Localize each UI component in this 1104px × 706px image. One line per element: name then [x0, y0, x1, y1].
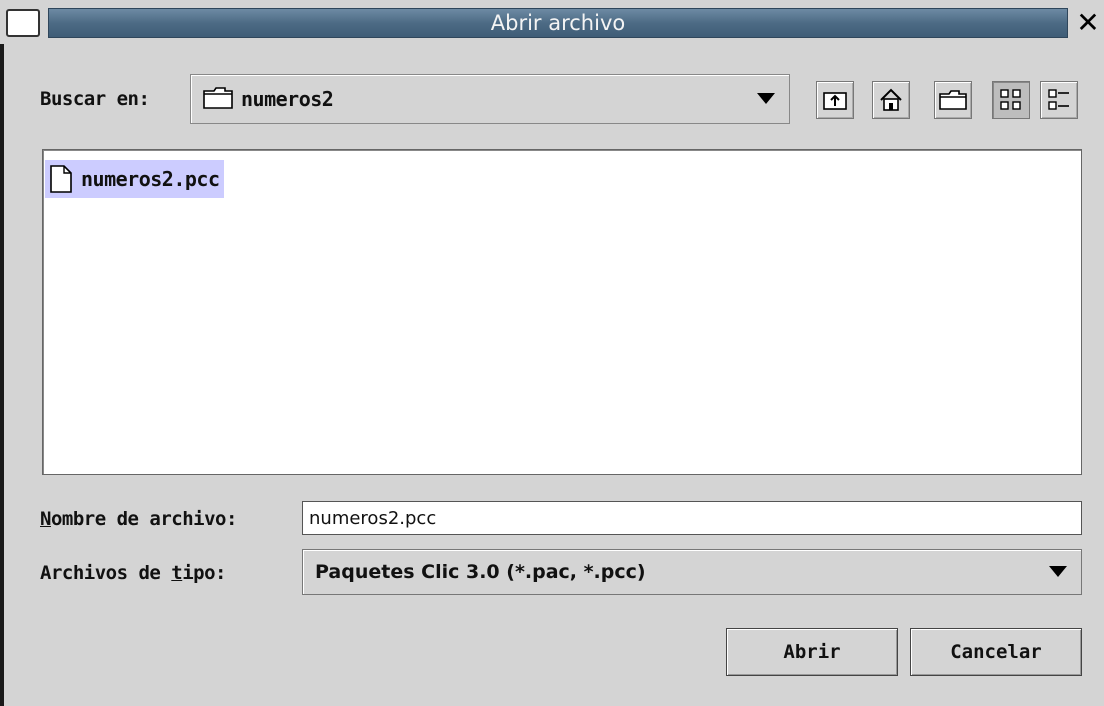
list-view-button[interactable] [992, 81, 1030, 119]
file-name: numeros2.pcc [81, 167, 220, 191]
window-menu-icon[interactable] [6, 9, 40, 37]
home-button[interactable] [872, 81, 910, 119]
filetype-label-prefix: Archivos de [40, 562, 172, 584]
home-icon [880, 88, 902, 111]
filetype-mnemonic: t [171, 562, 183, 584]
filename-field[interactable] [302, 501, 1082, 535]
lookin-value: numeros2 [241, 87, 334, 111]
filename-label-text: ombre de archivo: [50, 508, 237, 530]
filetype-label: Archivos de tipo: [40, 562, 226, 584]
details-view-icon [1048, 89, 1069, 110]
title-bar-fill[interactable]: Abrir archivo [48, 8, 1068, 38]
list-item[interactable]: numeros2.pcc [45, 160, 224, 198]
chevron-down-icon [757, 93, 775, 104]
cancel-button[interactable]: Cancelar [910, 628, 1082, 676]
list-view-icon [1000, 89, 1021, 110]
folder-icon [203, 87, 233, 109]
chevron-down-icon [1049, 566, 1067, 577]
open-button[interactable]: Abrir [726, 628, 898, 676]
new-folder-button[interactable] [934, 81, 972, 119]
file-icon [50, 165, 72, 193]
filename-label: Nombre de archivo: [40, 508, 237, 530]
up-folder-button[interactable] [816, 81, 854, 119]
window-left-border [0, 44, 4, 706]
lookin-label: Buscar en: [40, 88, 150, 110]
lookin-combo[interactable]: numeros2 [190, 74, 790, 124]
title-bar: Abrir archivo ✕ [0, 0, 1104, 44]
close-icon[interactable]: ✕ [1072, 6, 1104, 40]
up-folder-icon [823, 92, 847, 110]
filename-mnemonic: N [40, 508, 51, 530]
details-view-button[interactable] [1040, 81, 1078, 119]
new-folder-icon [939, 90, 967, 110]
filetype-combo[interactable]: Paquetes Clic 3.0 (*.pac, *.pcc) [302, 549, 1082, 595]
filetype-label-suffix: ipo: [182, 562, 226, 584]
window-title: Abrir archivo [490, 11, 626, 35]
filetype-value: Paquetes Clic 3.0 (*.pac, *.pcc) [315, 561, 646, 583]
file-list[interactable]: numeros2.pcc [42, 149, 1082, 475]
